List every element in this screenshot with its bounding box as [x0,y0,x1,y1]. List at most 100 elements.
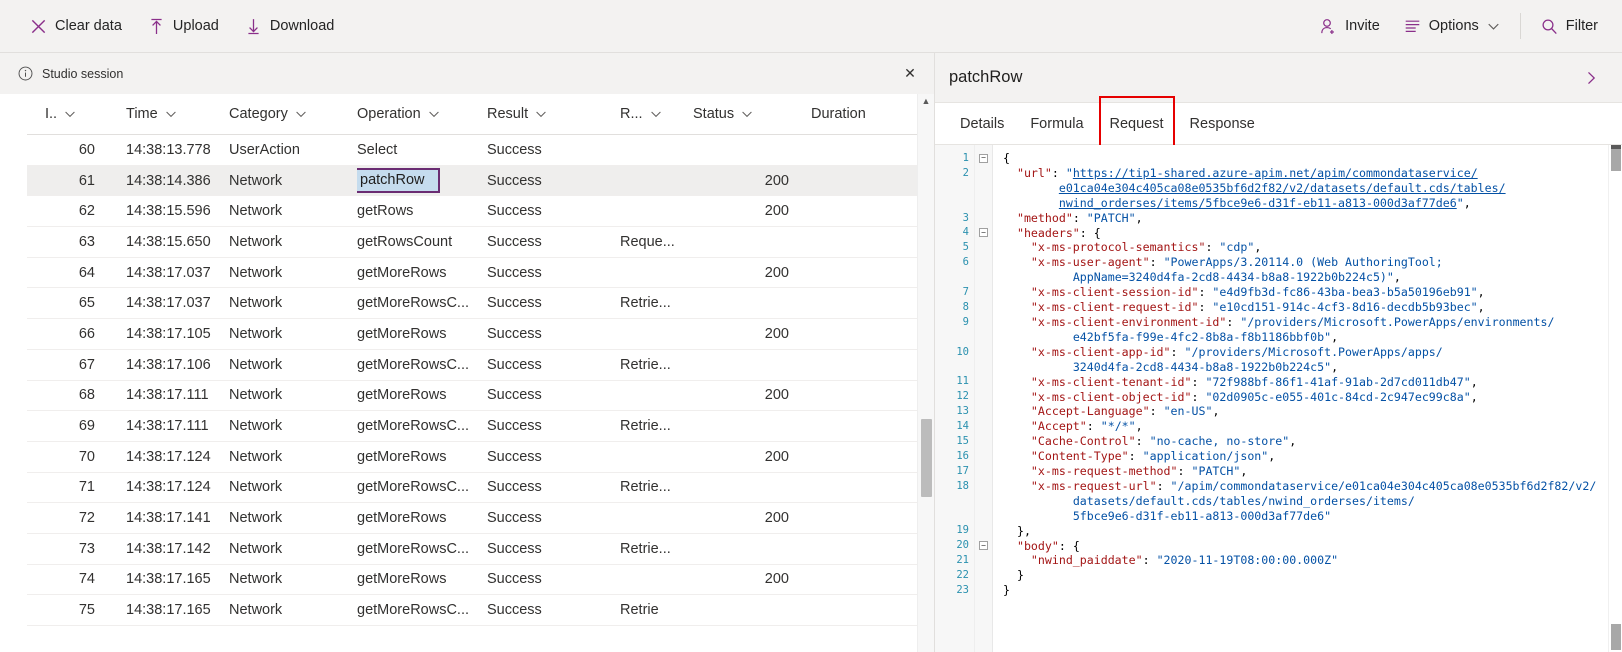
cell-rr[interactable] [620,503,693,533]
selected-cell-operation[interactable]: patchRow [357,168,440,194]
chevron-right-icon[interactable] [1576,63,1606,93]
cell-category[interactable]: Network [229,565,357,595]
cell-duration[interactable] [811,350,901,380]
column-header-id[interactable]: I.. [27,94,99,134]
column-header-operation[interactable]: Operation [357,94,487,134]
cell-operation[interactable]: getMoreRowsC... [357,473,487,503]
cell-time[interactable]: 14:38:17.124 [99,442,229,472]
cell-duration[interactable] [811,258,901,288]
clear-data-button[interactable]: Clear data [18,7,134,45]
cell-result[interactable]: Success [487,258,620,288]
cell-time[interactable]: 14:38:14.386 [99,166,229,196]
cell-status[interactable] [693,135,811,165]
cell-time[interactable]: 14:38:13.778 [99,135,229,165]
cell-result[interactable]: Success [487,319,620,349]
cell-operation[interactable]: getMoreRowsC... [357,411,487,441]
cell-id[interactable]: 71 [27,473,99,503]
cell-operation[interactable]: getMoreRowsC... [357,534,487,564]
cell-id[interactable]: 65 [27,288,99,318]
tab-formula[interactable]: Formula [1017,103,1096,144]
tab-response[interactable]: Response [1177,103,1268,144]
cell-status[interactable] [693,534,811,564]
cell-duration[interactable] [811,381,901,411]
cell-status[interactable] [693,288,811,318]
table-row[interactable]: 6014:38:13.778UserActionSelectSuccess [27,135,917,166]
cell-status[interactable] [693,595,811,625]
scroll-up-arrow-icon[interactable]: ▲ [918,96,934,106]
cell-result[interactable]: Success [487,196,620,226]
cell-result[interactable]: Success [487,411,620,441]
cell-id[interactable]: 61 [27,166,99,196]
cell-operation[interactable]: Select [357,135,487,165]
table-row[interactable]: 6914:38:17.111NetworkgetMoreRowsC...Succ… [27,411,917,442]
cell-operation[interactable]: getRowsCount [357,227,487,257]
cell-category[interactable]: Network [229,350,357,380]
cell-status[interactable]: 200 [693,442,811,472]
cell-id[interactable]: 75 [27,595,99,625]
cell-rr[interactable] [620,258,693,288]
cell-category[interactable]: Network [229,196,357,226]
cell-status[interactable] [693,350,811,380]
cell-rr[interactable]: Retrie... [620,534,693,564]
table-row[interactable]: 6814:38:17.111NetworkgetMoreRowsSuccess2… [27,381,917,412]
cell-duration[interactable] [811,319,901,349]
cell-rr[interactable] [620,381,693,411]
filter-button[interactable]: Filter [1529,7,1610,45]
cell-rr[interactable] [620,196,693,226]
download-button[interactable]: Download [233,7,347,45]
cell-duration[interactable] [811,411,901,441]
cell-rr[interactable] [620,135,693,165]
cell-category[interactable]: Network [229,473,357,503]
cell-category[interactable]: Network [229,503,357,533]
table-row[interactable]: 6514:38:17.037NetworkgetMoreRowsC...Succ… [27,288,917,319]
cell-result[interactable]: Success [487,381,620,411]
cell-time[interactable]: 14:38:17.165 [99,565,229,595]
table-row[interactable]: 7514:38:17.165NetworkgetMoreRowsC...Succ… [27,595,917,626]
cell-result[interactable]: Success [487,473,620,503]
cell-operation[interactable]: getMoreRowsC... [357,595,487,625]
cell-time[interactable]: 14:38:17.106 [99,350,229,380]
cell-id[interactable]: 64 [27,258,99,288]
cell-operation[interactable]: getRows [357,196,487,226]
cell-duration[interactable] [811,565,901,595]
code-vertical-scrollbar[interactable] [1608,145,1622,652]
cell-rr[interactable] [620,166,693,196]
cell-time[interactable]: 14:38:17.037 [99,258,229,288]
tab-details[interactable]: Details [947,103,1017,144]
cell-rr[interactable] [620,565,693,595]
cell-duration[interactable] [811,442,901,472]
cell-category[interactable]: Network [229,319,357,349]
scrollbar-thumb-bottom[interactable] [1611,624,1621,650]
cell-id[interactable]: 74 [27,565,99,595]
cell-time[interactable]: 14:38:17.105 [99,319,229,349]
cell-rr[interactable]: Reque... [620,227,693,257]
cell-rr[interactable]: Retrie... [620,350,693,380]
table-row[interactable]: 6414:38:17.037NetworkgetMoreRowsSuccess2… [27,258,917,289]
cell-id[interactable]: 63 [27,227,99,257]
cell-result[interactable]: Success [487,227,620,257]
cell-status[interactable] [693,227,811,257]
cell-rr[interactable]: Retrie... [620,473,693,503]
cell-status[interactable] [693,411,811,441]
cell-status[interactable]: 200 [693,565,811,595]
cell-category[interactable]: Network [229,442,357,472]
cell-duration[interactable] [811,288,901,318]
cell-category[interactable]: Network [229,166,357,196]
cell-duration[interactable] [811,135,901,165]
table-row[interactable]: 7214:38:17.141NetworkgetMoreRowsSuccess2… [27,503,917,534]
cell-time[interactable]: 14:38:17.111 [99,381,229,411]
cell-rr[interactable] [620,319,693,349]
cell-result[interactable]: Success [487,595,620,625]
scrollbar-thumb-top[interactable] [1611,149,1621,171]
cell-operation[interactable]: getMoreRows [357,381,487,411]
table-row[interactable]: 6714:38:17.106NetworkgetMoreRowsC...Succ… [27,350,917,381]
column-header-result[interactable]: Result [487,94,620,134]
cell-result[interactable]: Success [487,288,620,318]
cell-time[interactable]: 14:38:17.141 [99,503,229,533]
cell-time[interactable]: 14:38:17.165 [99,595,229,625]
cell-time[interactable]: 14:38:15.596 [99,196,229,226]
cell-status[interactable]: 200 [693,503,811,533]
cell-category[interactable]: Network [229,381,357,411]
cell-result[interactable]: Success [487,135,620,165]
cell-time[interactable]: 14:38:15.650 [99,227,229,257]
